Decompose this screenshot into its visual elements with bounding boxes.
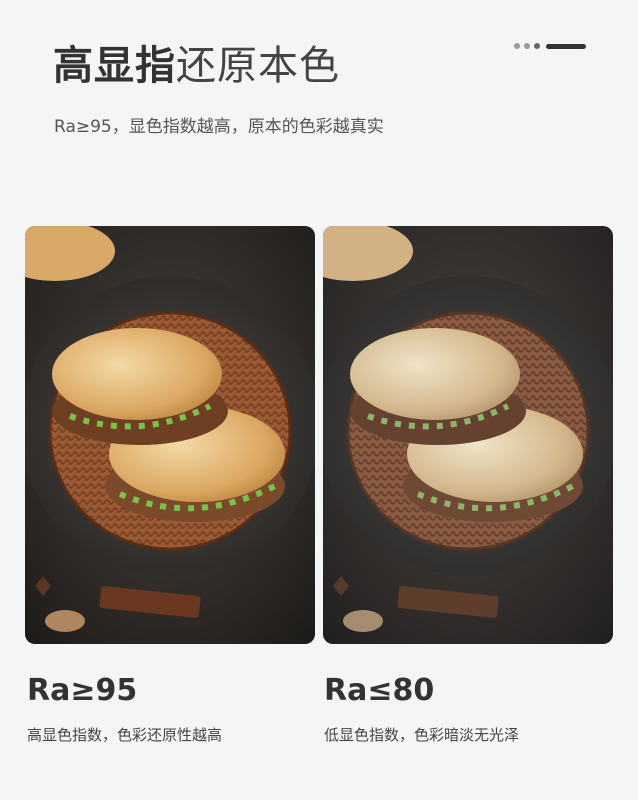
- page-title: 高显指还原本色: [53, 40, 340, 92]
- page-dot: [514, 43, 520, 49]
- page-dot: [524, 43, 530, 49]
- page-dot-active: [546, 43, 586, 49]
- cri-value-high: Ra≥95: [27, 673, 138, 708]
- cri-description-high: 高显色指数，色彩还原性越高: [27, 726, 223, 744]
- page-indicator: [514, 42, 586, 50]
- food-photo-low-cri: [323, 226, 613, 644]
- page-title-light: 还原本色: [176, 43, 340, 89]
- cri-description-low: 低显色指数，色彩暗淡无光泽: [324, 726, 520, 744]
- food-photo-high-cri: [25, 226, 315, 644]
- page-dot: [534, 43, 540, 49]
- cri-value-low: Ra≤80: [324, 673, 435, 708]
- page-subtitle: Ra≥95，显色指数越高，原本的色彩越真实: [54, 117, 384, 137]
- page-title-bold: 高显指: [53, 43, 176, 89]
